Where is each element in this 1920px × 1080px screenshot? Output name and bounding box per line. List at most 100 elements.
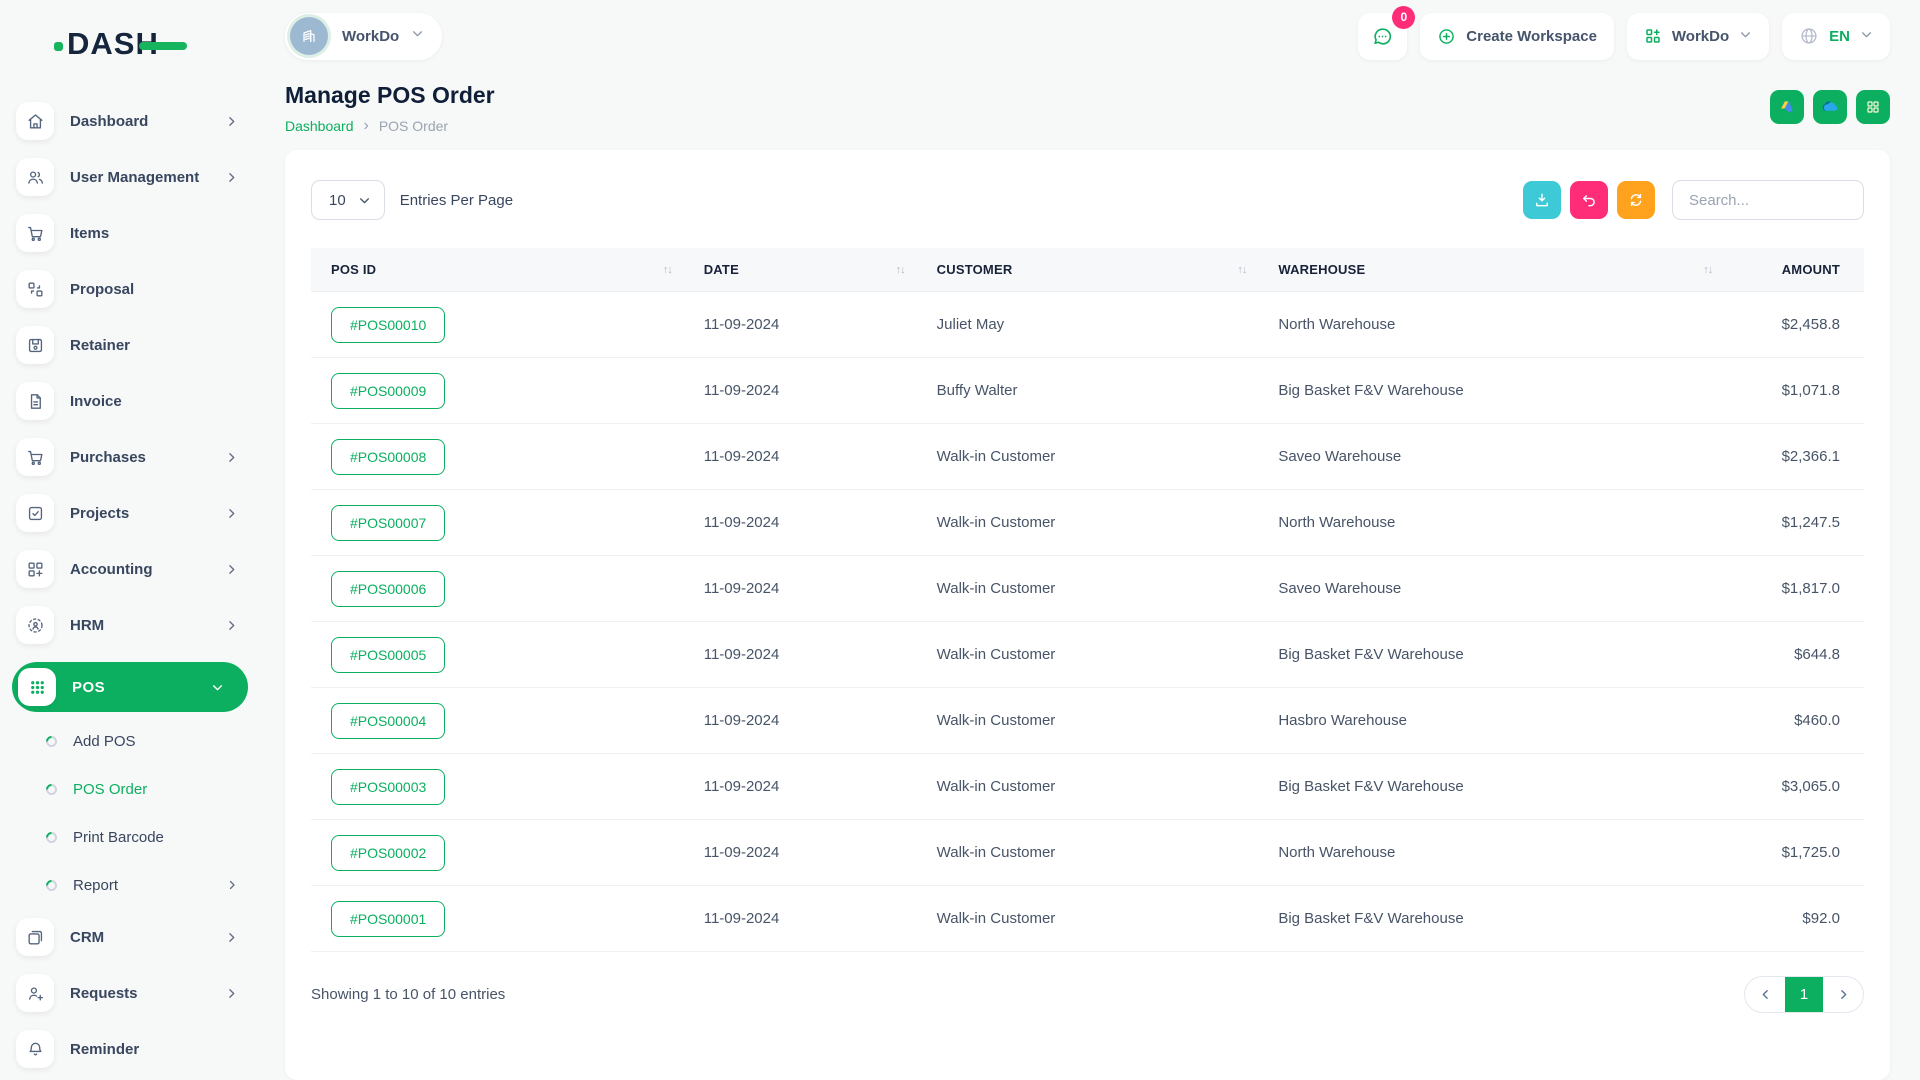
sort-icon[interactable]: ↑↓ [1237,264,1246,276]
sidebar-item-user-management[interactable]: User Management [16,158,248,196]
messages-button[interactable]: 0 [1358,13,1407,60]
sidebar-item-invoice[interactable]: Invoice [16,382,248,420]
app-logo[interactable]: DASH [54,16,248,72]
chevron-right-icon [1837,988,1850,1001]
search-input[interactable] [1672,180,1864,220]
sidebar-nav: Dashboard User Management Items [16,102,248,1068]
column-header-warehouse[interactable]: WAREHOUSE ↑↓ [1258,262,1724,277]
amount-cell: $460.0 [1724,712,1864,729]
pos-id-badge[interactable]: #POS00006 [331,571,445,607]
create-workspace-button[interactable]: Create Workspace [1420,13,1614,60]
sidebar-item-label: Proposal [70,281,248,298]
next-page-button[interactable] [1823,977,1863,1012]
messages-badge: 0 [1392,6,1415,29]
plus-circle-icon [1437,27,1456,46]
create-workspace-label: Create Workspace [1466,28,1597,45]
column-header-date[interactable]: DATE ↑↓ [684,262,917,277]
pos-id-badge[interactable]: #POS00010 [331,307,445,343]
chevron-right-icon [226,879,238,891]
sidebar-item-retainer[interactable]: Retainer [16,326,248,364]
sort-icon[interactable]: ↑↓ [1703,264,1712,276]
sidebar-item-label: Purchases [70,449,225,466]
globe-icon [1799,26,1819,46]
sidebar-item-requests[interactable]: Requests [16,974,248,1012]
pos-id-badge[interactable]: #POS00005 [331,637,445,673]
bullet-icon [44,877,60,893]
warehouse-cell: Big Basket F&V Warehouse [1258,646,1724,663]
amount-cell: $2,366.1 [1724,448,1864,465]
entries-per-page-select[interactable]: 10 [311,180,385,220]
sidebar-item-label: User Management [70,169,225,186]
language-selector[interactable]: EN [1782,13,1890,60]
sidebar-item-label: Requests [70,985,225,1002]
chevron-right-icon [225,171,238,184]
table-row: #POS00008 11-09-2024 Walk-in Customer Sa… [311,424,1864,490]
user-plus-icon [16,974,54,1012]
app-menu-button[interactable]: WorkDo [1627,13,1769,60]
warehouse-cell: Big Basket F&V Warehouse [1258,910,1724,927]
app-menu-label: WorkDo [1672,28,1729,45]
reset-button[interactable] [1570,181,1608,219]
customer-cell: Walk-in Customer [917,778,1259,795]
pos-id-badge[interactable]: #POS00001 [331,901,445,937]
pos-id-badge[interactable]: #POS00009 [331,373,445,409]
date-cell: 11-09-2024 [684,382,917,399]
sidebar-item-projects[interactable]: Projects [16,494,248,532]
bell-icon [16,1030,54,1068]
sidebar-subitem-report[interactable]: Report [16,870,248,900]
pos-id-badge[interactable]: #POS00004 [331,703,445,739]
date-cell: 11-09-2024 [684,910,917,927]
amount-cell: $1,071.8 [1724,382,1864,399]
chevron-down-icon [1860,28,1873,45]
sidebar-item-crm[interactable]: CRM [16,918,248,956]
grid-view-button[interactable] [1856,90,1890,124]
onedrive-button[interactable] [1813,90,1847,124]
sort-icon[interactable]: ↑↓ [896,264,905,276]
table-footer: Showing 1 to 10 of 10 entries 1 [311,976,1864,1013]
page-number-button[interactable]: 1 [1785,977,1823,1012]
sidebar-item-items[interactable]: Items [16,214,248,252]
amount-cell: $1,247.5 [1724,514,1864,531]
bullet-icon [44,829,60,845]
column-header-customer[interactable]: CUSTOMER ↑↓ [917,262,1259,277]
pos-id-badge[interactable]: #POS00008 [331,439,445,475]
pos-id-badge[interactable]: #POS00003 [331,769,445,805]
warehouse-cell: North Warehouse [1258,844,1724,861]
previous-page-button[interactable] [1745,977,1785,1012]
sidebar-subitem-label: Print Barcode [73,829,248,846]
sidebar-subitem-print-barcode[interactable]: Print Barcode [16,822,248,852]
table-row: #POS00010 11-09-2024 Juliet May North Wa… [311,292,1864,358]
sidebar-item-proposal[interactable]: Proposal [16,270,248,308]
export-button[interactable] [1523,181,1561,219]
refresh-icon [1627,191,1645,209]
sidebar-item-pos[interactable]: POS [12,662,248,712]
google-drive-button[interactable] [1770,90,1804,124]
warehouse-cell: North Warehouse [1258,514,1724,531]
sidebar-item-dashboard[interactable]: Dashboard [16,102,248,140]
main-area: WorkDo 0 Create Workspace WorkDo [260,0,1920,1080]
pos-id-badge[interactable]: #POS00002 [331,835,445,871]
column-header-amount[interactable]: AMOUNT [1724,262,1864,277]
pos-id-badge[interactable]: #POS00007 [331,505,445,541]
sort-icon[interactable]: ↑↓ [663,264,672,276]
column-header-pos-id[interactable]: POS ID ↑↓ [311,262,684,277]
warehouse-cell: Saveo Warehouse [1258,580,1724,597]
sidebar-item-hrm[interactable]: HRM [16,606,248,644]
refresh-button[interactable] [1617,181,1655,219]
sidebar-subitem-add-pos[interactable]: Add POS [16,726,248,756]
sidebar-subitem-label: POS Order [73,781,248,798]
customer-cell: Walk-in Customer [917,448,1259,465]
table-controls: 10 Entries Per Page [311,180,1864,220]
chevron-down-icon [411,27,424,45]
sidebar-subitem-pos-order[interactable]: POS Order [16,774,248,804]
sidebar-item-reminder[interactable]: Reminder [16,1030,248,1068]
breadcrumb-dashboard-link[interactable]: Dashboard [285,118,354,134]
table-row: #POS00001 11-09-2024 Walk-in Customer Bi… [311,886,1864,952]
sidebar-item-accounting[interactable]: Accounting [16,550,248,588]
workspace-selector[interactable]: WorkDo [285,13,442,60]
sidebar-item-purchases[interactable]: Purchases [16,438,248,476]
warehouse-cell: Big Basket F&V Warehouse [1258,382,1724,399]
breadcrumb-separator-icon: › [364,118,369,134]
document-icon [16,382,54,420]
chevron-right-icon [225,931,238,944]
